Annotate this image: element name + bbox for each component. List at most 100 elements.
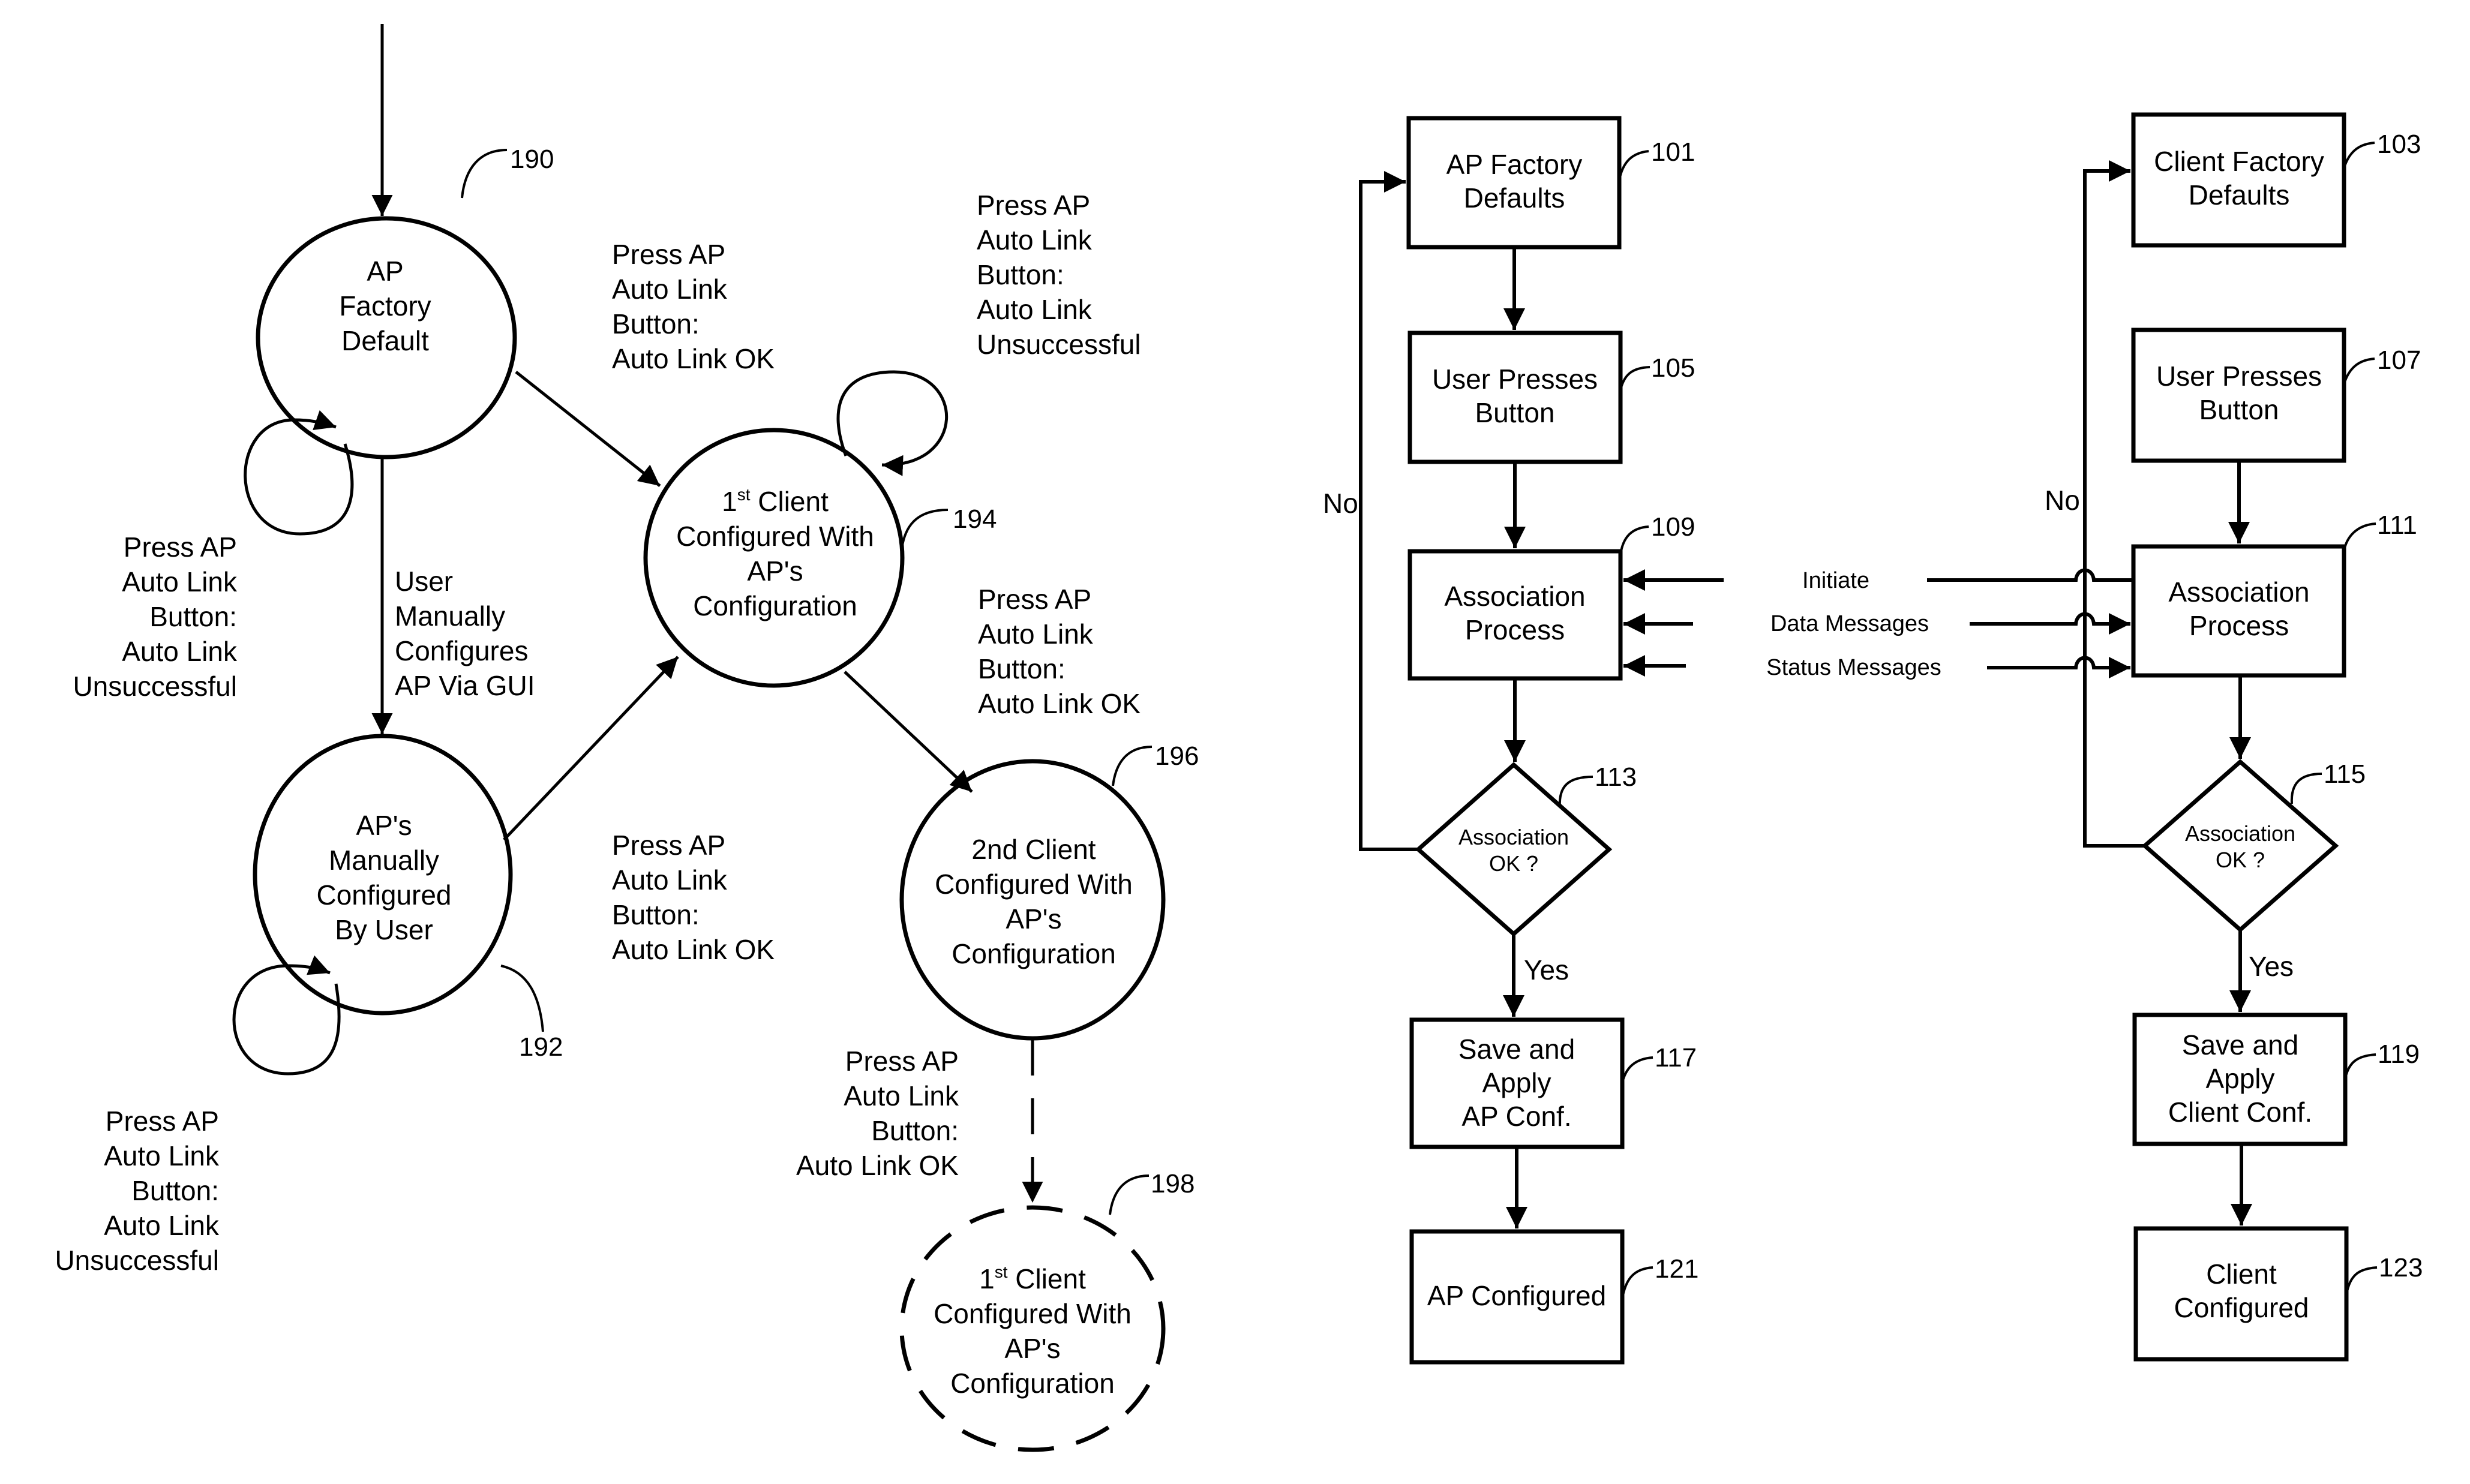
svg-text:Configuration: Configuration — [950, 1368, 1115, 1399]
svg-text:Configured With: Configured With — [934, 1298, 1132, 1329]
ref-leader-192 — [500, 965, 544, 1032]
ref-leader-190 — [461, 149, 508, 199]
decision-113-text-line: OK ? — [1489, 851, 1538, 876]
no-label-115: No — [2045, 485, 2080, 516]
svg-text:Auto Link OK: Auto Link OK — [978, 688, 1141, 719]
svg-text:Press AP: Press AP — [106, 1106, 219, 1137]
edge-113-no-to-101 — [1359, 171, 1418, 851]
svg-text:Configured With: Configured With — [935, 869, 1133, 900]
ref-198: 198 — [1151, 1169, 1195, 1198]
ref-leader-196 — [1112, 746, 1153, 786]
ref-194: 194 — [953, 504, 997, 534]
svg-text:Auto Link OK: Auto Link OK — [612, 343, 775, 374]
ref-105: 105 — [1651, 353, 1695, 383]
yes-label-113: Yes — [1524, 954, 1569, 986]
box-123-text-line: Client — [2206, 1258, 2277, 1290]
box-109-text-line: Process — [1465, 614, 1565, 645]
yes-label-115: Yes — [2249, 951, 2294, 982]
ref-leader-107 — [2343, 358, 2375, 384]
box-119-text-line: Save and — [2182, 1029, 2298, 1061]
svg-text:AP Via GUI: AP Via GUI — [395, 670, 535, 701]
svg-text:Auto Link: Auto Link — [122, 636, 238, 667]
ref-196: 196 — [1155, 741, 1199, 771]
state-196-second-client-configured — [899, 759, 1166, 1041]
svg-text:Configuration: Configuration — [952, 938, 1116, 969]
svg-text:Auto Link: Auto Link — [977, 294, 1093, 325]
svg-text:Auto Link: Auto Link — [104, 1210, 220, 1241]
label-192-self-loop: Press AP Auto Link Button: Auto Link Uns… — [55, 1106, 220, 1276]
box-101-text-line: Defaults — [1464, 182, 1565, 214]
svg-text:Button:: Button: — [131, 1175, 219, 1206]
svg-text:Configuration: Configuration — [693, 590, 857, 621]
ref-leader-109 — [1619, 525, 1649, 555]
box-107-text-line: Button — [2199, 394, 2279, 425]
edge-194-to-196 — [844, 671, 973, 793]
svg-text:Unsuccessful: Unsuccessful — [55, 1245, 219, 1276]
box-123-text-line: Configured — [2174, 1292, 2309, 1323]
ref-leader-198 — [1109, 1174, 1150, 1215]
svg-text:Auto Link: Auto Link — [612, 274, 728, 305]
svg-text:AP's: AP's — [356, 810, 412, 841]
ref-119: 119 — [2378, 1040, 2420, 1069]
msg-label-initiate: Initiate — [1802, 568, 1869, 593]
box-103-text-line: Client Factory — [2154, 146, 2324, 177]
ref-leader-113 — [1558, 776, 1593, 807]
label-196-to-198: Press AP Auto Link Button: Auto Link OK — [796, 1046, 959, 1181]
box-117-text-line: Save and — [1458, 1034, 1575, 1065]
svg-text:Auto Link: Auto Link — [122, 566, 238, 597]
box-111-text-line: Process — [2189, 610, 2289, 641]
svg-text:Manually: Manually — [329, 845, 439, 876]
svg-text:Default: Default — [341, 325, 429, 356]
decision-115-text-line: Association — [2185, 821, 2295, 846]
ref-103: 103 — [2377, 130, 2421, 159]
box-105-text-line: Button — [1475, 397, 1555, 428]
ref-109: 109 — [1651, 512, 1695, 542]
svg-text:Configures: Configures — [395, 635, 528, 666]
self-loop-194 — [836, 370, 949, 476]
svg-text:Auto Link OK: Auto Link OK — [796, 1150, 959, 1181]
box-111-text-line: Association — [2168, 576, 2309, 608]
ref-leader-103 — [2343, 142, 2375, 169]
box-103-text-line: Defaults — [2189, 179, 2290, 211]
svg-text:Button:: Button: — [149, 601, 237, 632]
ref-111: 111 — [2377, 510, 2417, 540]
svg-text:2nd Client: 2nd Client — [971, 834, 1096, 865]
box-101-text-line: AP Factory — [1446, 149, 1583, 180]
decision-115-association-ok — [2141, 759, 2339, 933]
svg-text:Press AP: Press AP — [845, 1046, 959, 1077]
svg-text:AP: AP — [367, 256, 403, 287]
msg-data-to-111 — [1970, 612, 2130, 635]
box-105-text-line: User Presses — [1432, 364, 1598, 395]
svg-text:Auto Link: Auto Link — [104, 1140, 220, 1171]
ref-117: 117 — [1655, 1043, 1697, 1073]
svg-text:Button:: Button: — [612, 899, 700, 930]
svg-text:AP's: AP's — [1006, 903, 1061, 935]
box-107-text-line: User Presses — [2156, 361, 2322, 392]
ref-113: 113 — [1595, 762, 1637, 792]
label-190-to-194: Press AP Auto Link Button: Auto Link OK — [612, 239, 775, 374]
box-117-text-line: AP Conf. — [1461, 1101, 1571, 1132]
ref-107: 107 — [2377, 346, 2421, 375]
ref-leader-194 — [901, 509, 949, 549]
svg-text:Button:: Button: — [978, 653, 1066, 684]
edge-115-no-to-103 — [2083, 160, 2145, 848]
box-119-text-line: Apply — [2205, 1063, 2274, 1094]
ref-121: 121 — [1655, 1254, 1698, 1284]
svg-text:Button:: Button: — [871, 1115, 959, 1146]
box-119-text-line: Client Conf. — [2168, 1097, 2312, 1128]
ref-leader-117 — [1621, 1056, 1653, 1083]
label-190-to-192: User Manually Configures AP Via GUI — [395, 566, 535, 701]
svg-text:Auto Link: Auto Link — [977, 224, 1093, 256]
decision-115-text-line: OK ? — [2216, 848, 2265, 872]
ref-leader-123 — [2345, 1266, 2378, 1295]
svg-text:Factory: Factory — [339, 290, 431, 322]
svg-text:Configured: Configured — [316, 879, 451, 911]
svg-text:Press AP: Press AP — [977, 190, 1090, 221]
svg-text:Button:: Button: — [612, 308, 700, 340]
ref-123: 123 — [2379, 1253, 2423, 1282]
ref-190: 190 — [510, 145, 554, 174]
decision-113-text-line: Association — [1458, 825, 1569, 849]
no-label-113: No — [1323, 488, 1358, 519]
svg-text:By User: By User — [335, 914, 433, 945]
ref-leader-101 — [1618, 150, 1649, 181]
